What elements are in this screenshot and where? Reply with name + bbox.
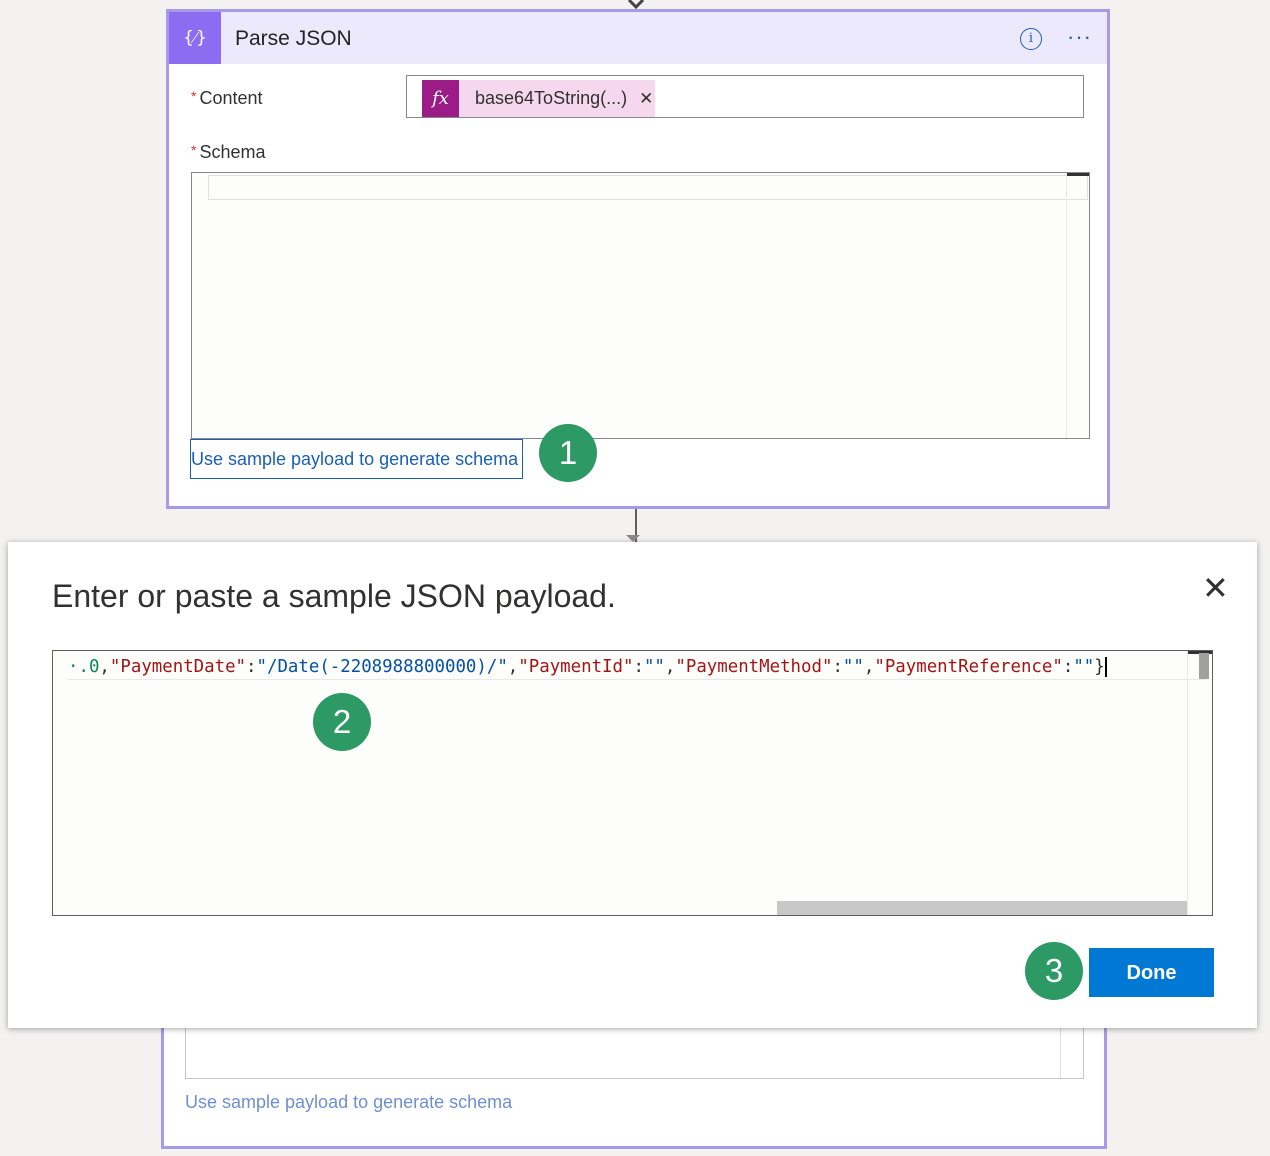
schema-label: * Schema [191, 142, 266, 163]
payload-token: "/Date(-2208988800000)/" [256, 657, 508, 677]
payload-token: ·.0 [68, 657, 100, 677]
schema-editor-line[interactable] [208, 175, 1088, 200]
payload-token: : [1062, 657, 1074, 677]
text-caret [1104, 657, 1107, 677]
payload-token: , [863, 657, 875, 677]
payload-editor[interactable]: ·.0,"PaymentDate":"/Date(-2208988800000)… [52, 650, 1213, 916]
expression-token-label: base64ToString(...) [475, 88, 628, 108]
payload-editor-line[interactable]: ·.0,"PaymentDate":"/Date(-2208988800000)… [68, 655, 1206, 680]
payload-token: , [507, 657, 519, 677]
step-badge-2: 2 [313, 693, 371, 751]
card-header[interactable]: {⁄} Parse JSON i ··· [169, 12, 1107, 64]
payload-token: : [246, 657, 257, 677]
payload-token: "PaymentMethod" [675, 657, 833, 677]
payload-token: "" [1073, 657, 1095, 677]
payload-horizontal-scrollbar-thumb[interactable] [777, 901, 1187, 915]
remove-token-icon[interactable]: ✕ [639, 89, 653, 109]
info-icon[interactable]: i [1020, 28, 1042, 50]
payload-token: } [1094, 657, 1105, 677]
dialog-pointer [626, 535, 640, 542]
more-options-icon[interactable]: ··· [1067, 24, 1092, 50]
payload-token: : [633, 657, 644, 677]
schema-scrollbar[interactable] [1066, 173, 1089, 438]
required-marker: * [191, 142, 197, 158]
schema-editor[interactable] [191, 172, 1090, 439]
scrollbar[interactable] [1060, 1028, 1061, 1078]
close-icon[interactable]: ✕ [1202, 572, 1229, 604]
payload-token: "PaymentDate" [109, 657, 247, 677]
background-action-card: Use sample payload to generate schema [161, 1028, 1107, 1149]
background-schema-box[interactable] [185, 1028, 1084, 1079]
payload-token: , [99, 657, 110, 677]
payload-token: , [664, 657, 676, 677]
payload-token: "" [643, 657, 665, 677]
card-title[interactable]: Parse JSON [235, 27, 352, 51]
data-operation-icon: {⁄} [169, 12, 221, 64]
required-marker: * [191, 88, 197, 104]
scrollbar-thumb[interactable] [1067, 173, 1089, 176]
expression-token[interactable]: fx base64ToString(...) ✕ [422, 80, 655, 117]
payload-token: "PaymentReference" [874, 657, 1063, 677]
use-sample-payload-link[interactable]: Use sample payload to generate schema [190, 439, 523, 479]
payload-vertical-scrollbar[interactable] [1187, 651, 1212, 915]
payload-token: "PaymentId" [518, 657, 634, 677]
done-button[interactable]: Done [1089, 948, 1214, 997]
schema-label-text: Schema [199, 142, 266, 162]
content-label: * Content [191, 88, 263, 109]
dialog-title: Enter or paste a sample JSON payload. [52, 578, 616, 614]
content-label-text: Content [199, 88, 263, 108]
payload-token: : [832, 657, 843, 677]
step-badge-3: 3 [1025, 942, 1083, 1000]
background-sample-payload-link[interactable]: Use sample payload to generate schema [185, 1092, 512, 1113]
step-badge-1: 1 [539, 424, 597, 482]
content-input[interactable]: fx base64ToString(...) ✕ [406, 75, 1084, 118]
payload-token: "" [842, 657, 864, 677]
scrollbar-thumb[interactable] [1199, 653, 1209, 679]
fx-icon: fx [422, 80, 459, 117]
parse-json-card: {⁄} Parse JSON i ··· * Content fx base64T… [166, 9, 1110, 509]
